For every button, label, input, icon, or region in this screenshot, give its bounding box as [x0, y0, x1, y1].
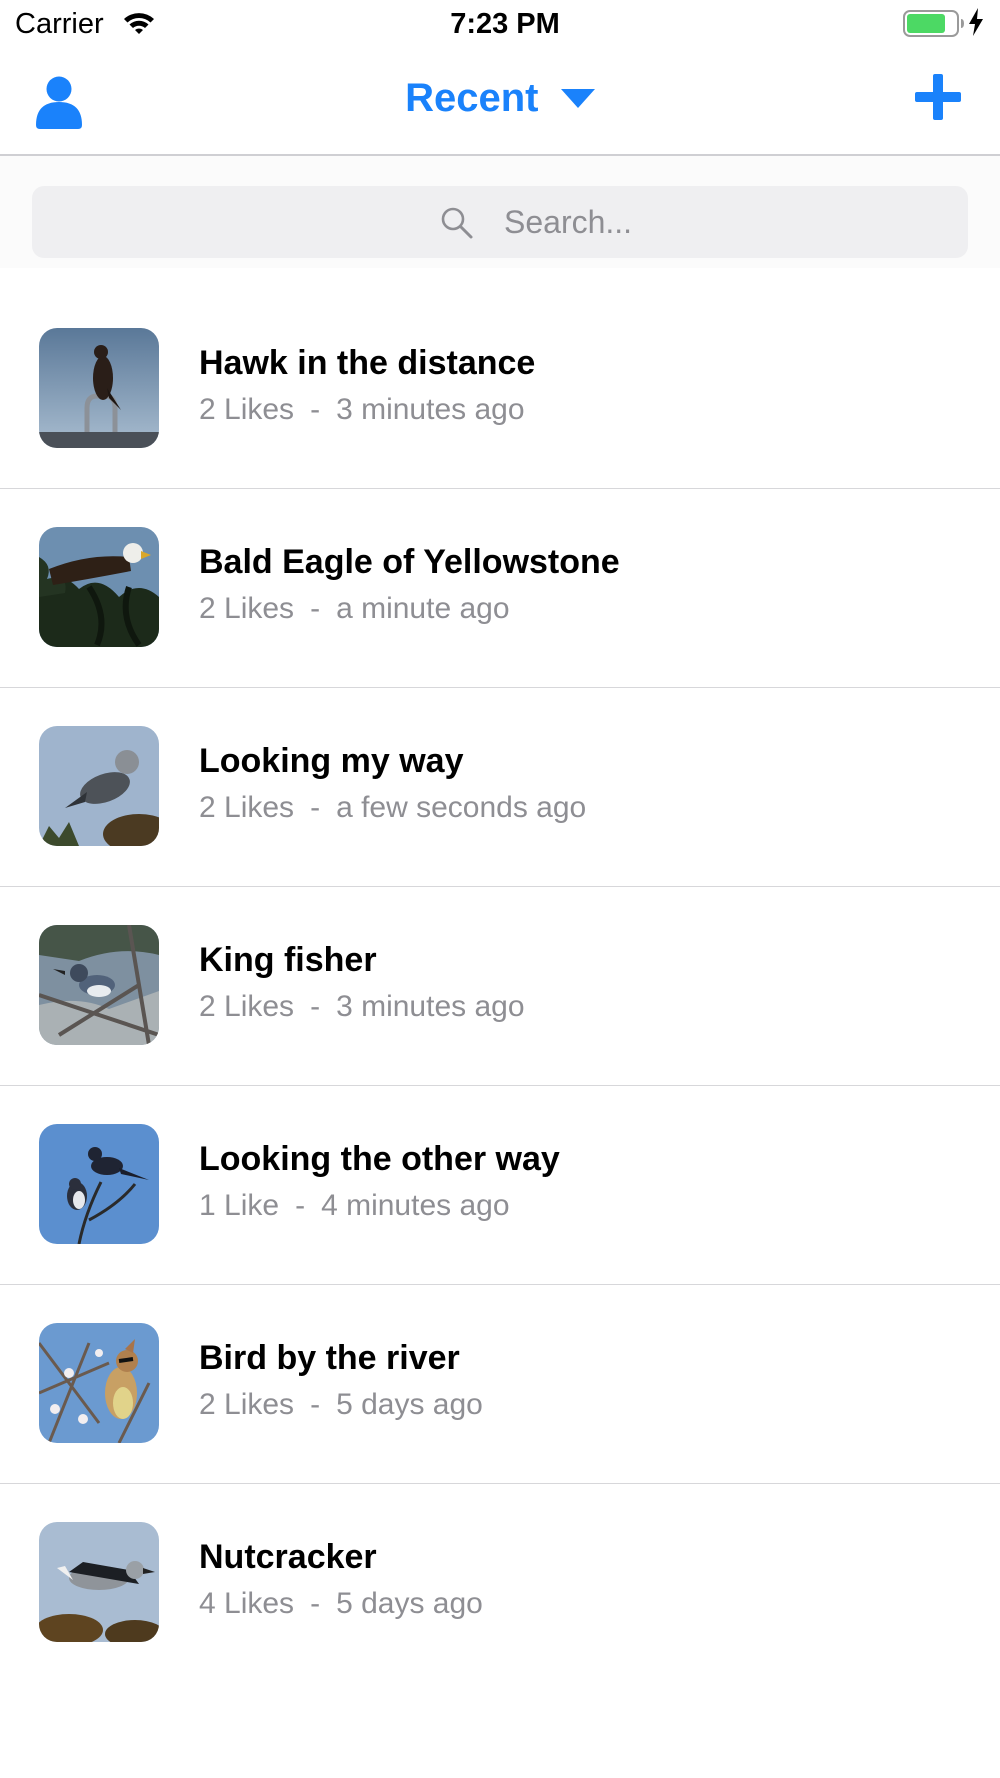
likes-count: 4 Likes — [199, 1587, 295, 1620]
post-title: Hawk in the distance — [199, 344, 536, 382]
post-meta: 1 Like -4 minutes ago — [199, 1189, 510, 1223]
post-time: a few seconds ago — [336, 791, 587, 824]
post-time: 5 days ago — [336, 1388, 483, 1421]
add-post-button[interactable] — [915, 74, 961, 120]
list-item[interactable]: Hawk in the distance 2 Likes -3 minutes a… — [0, 290, 1000, 489]
swallows-photo — [39, 1124, 159, 1244]
feed-filter-dropdown[interactable]: Recent — [0, 76, 1000, 121]
likes-count: 2 Likes — [199, 1388, 295, 1421]
post-title: Bird by the river — [199, 1339, 460, 1377]
meta-separator: - — [310, 592, 321, 625]
post-title: Bald Eagle of Yellowstone — [199, 543, 620, 581]
post-meta: 2 Likes - a minute ago — [199, 592, 510, 626]
likes-count: 2 Likes — [199, 592, 295, 625]
post-title: Looking my way — [199, 742, 464, 780]
post-time: 3 minutes ago — [336, 393, 525, 426]
nav-title: Recent — [405, 76, 539, 120]
meta-separator: - — [310, 990, 321, 1023]
navigation-bar: Recent — [0, 50, 1000, 156]
post-time: 5 days ago — [336, 1587, 483, 1620]
likes-count: 1 Like — [199, 1189, 280, 1222]
hawk-photo — [39, 328, 159, 448]
meta-separator: - — [295, 1189, 306, 1222]
post-title: King fisher — [199, 941, 377, 979]
list-item[interactable]: Bird by the river 2 Likes -5 days ago — [0, 1285, 1000, 1484]
likes-count: 2 Likes — [199, 393, 295, 426]
post-title: Looking the other way — [199, 1140, 560, 1178]
list-item[interactable]: Bald Eagle of Yellowstone 2 Likes - a minu… — [0, 489, 1000, 688]
search-input[interactable] — [32, 186, 968, 258]
post-time: a minute ago — [336, 592, 510, 625]
list-item[interactable]: King fisher 2 Likes -3 minutes ago — [0, 887, 1000, 1086]
meta-separator: - — [310, 1587, 321, 1620]
post-meta: 2 Likes - a few seconds ago — [199, 791, 586, 825]
meta-separator: - — [310, 1388, 321, 1421]
clock: 7:23 PM — [450, 8, 560, 40]
post-meta: 4 Likes -5 days ago — [199, 1587, 483, 1621]
charging-icon — [968, 8, 984, 41]
waxwing-photo — [39, 1323, 159, 1443]
list-item[interactable]: Nutcracker 4 Likes -5 days ago — [0, 1484, 1000, 1682]
kingfisher-photo — [39, 925, 159, 1045]
meta-separator: - — [310, 791, 321, 824]
post-meta: 2 Likes -5 days ago — [199, 1388, 483, 1422]
post-list: Hawk in the distance 2 Likes -3 minutes a… — [0, 290, 1000, 1682]
post-time: 3 minutes ago — [336, 990, 525, 1023]
battery-icon — [903, 10, 965, 43]
bald-eagle-photo — [39, 527, 159, 647]
nutcracker-photo — [39, 1522, 159, 1642]
caret-down-icon — [560, 88, 595, 108]
likes-count: 2 Likes — [199, 990, 295, 1023]
post-title: Nutcracker — [199, 1538, 377, 1576]
status-bar: Carrier 7:23 PM — [0, 0, 1000, 50]
post-meta: 2 Likes -3 minutes ago — [199, 990, 525, 1024]
list-item[interactable]: Looking the other way 1 Like -4 minutes a… — [0, 1086, 1000, 1285]
list-item[interactable]: Looking my way 2 Likes - a few seconds ago — [0, 688, 1000, 887]
meta-separator: - — [310, 393, 321, 426]
gray-bird-photo — [39, 726, 159, 846]
post-meta: 2 Likes -3 minutes ago — [199, 393, 525, 427]
post-time: 4 minutes ago — [321, 1189, 510, 1222]
plus-icon — [915, 74, 961, 120]
likes-count: 2 Likes — [199, 791, 295, 824]
search-bar — [0, 156, 1000, 268]
